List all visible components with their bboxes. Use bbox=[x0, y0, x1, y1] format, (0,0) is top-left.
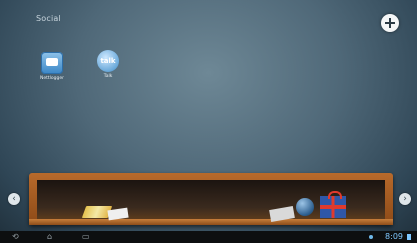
app-shortcut-nettlogger[interactable]: Nettlogger bbox=[34, 52, 70, 81]
back-icon[interactable]: ⟲ bbox=[12, 233, 19, 241]
talk-icon: talk bbox=[97, 50, 119, 72]
folder-title: Social bbox=[36, 14, 61, 23]
system-bar: ⟲ ⌂ ▭ 8:09 bbox=[0, 231, 417, 243]
shelf-next-button[interactable]: › bbox=[399, 193, 411, 205]
app-shortcut-talk[interactable]: talk Talk bbox=[90, 50, 126, 79]
home-icon[interactable]: ⌂ bbox=[47, 233, 52, 241]
app-label: Talk bbox=[103, 74, 113, 79]
shelf-front-edge bbox=[29, 219, 393, 225]
talk-icon-text: talk bbox=[100, 57, 116, 65]
home-screen: Social Nettlogger talk Talk ‹ › ⟲ ⌂ ▭ 8:… bbox=[0, 0, 417, 243]
status-indicator-icon bbox=[369, 235, 373, 239]
twitter-client-icon bbox=[41, 52, 63, 74]
add-icon[interactable] bbox=[381, 14, 399, 32]
gift-item-icon[interactable] bbox=[320, 191, 346, 218]
app-label: Nettlogger bbox=[40, 76, 64, 81]
recent-apps-icon[interactable]: ▭ bbox=[82, 233, 90, 241]
globe-item-icon[interactable] bbox=[296, 198, 314, 216]
clock: 8:09 bbox=[385, 232, 403, 241]
battery-icon bbox=[407, 234, 411, 240]
shelf-prev-button[interactable]: ‹ bbox=[8, 193, 20, 205]
